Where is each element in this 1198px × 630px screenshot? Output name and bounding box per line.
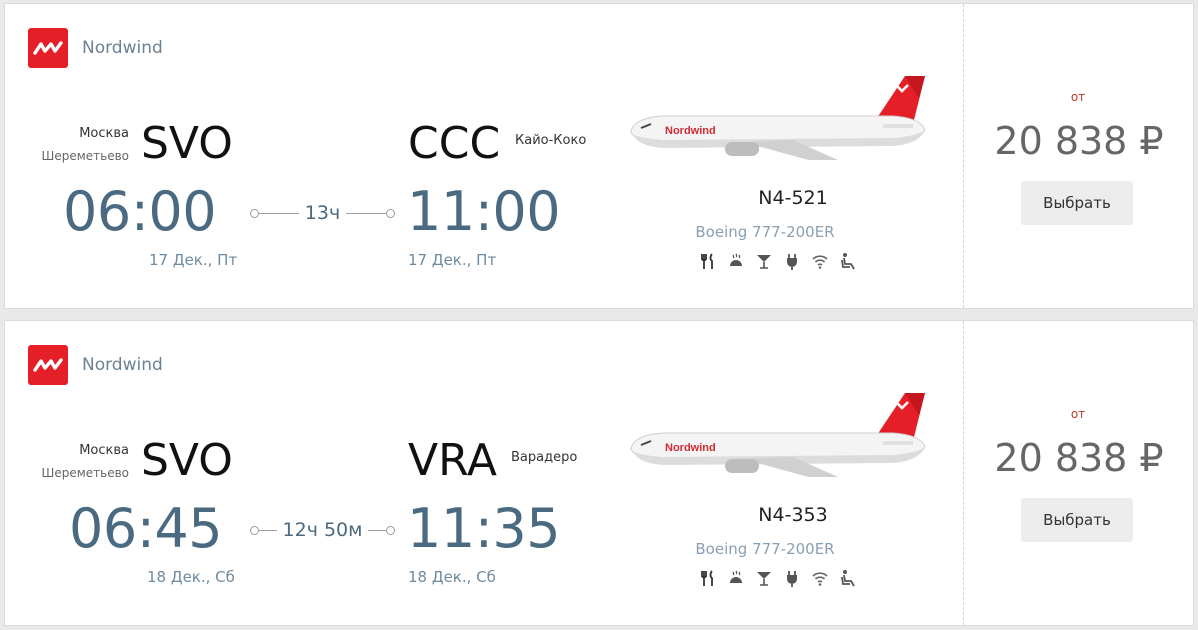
departure-date: 17 Дек., Пт <box>149 251 238 269</box>
nordwind-logo-icon <box>28 345 68 385</box>
hot-meal-icon <box>726 568 745 587</box>
aircraft-type: Boeing 777-200ER <box>695 540 835 558</box>
arrival-time: 11:00 <box>407 180 561 243</box>
drinks-icon <box>754 568 773 587</box>
aircraft-type: Boeing 777-200ER <box>695 223 835 241</box>
route-line: 12ч 50м <box>250 519 396 541</box>
seat-icon <box>838 251 857 270</box>
power-outlet-icon <box>782 251 801 270</box>
airline-name: Nordwind <box>82 38 163 58</box>
flight-card: Nordwind Москва Шереметьево SVO CCC Кайо… <box>4 3 1194 309</box>
plane-image: Nordwind <box>630 393 926 477</box>
price: 20 838 ₽ <box>994 119 1164 163</box>
nordwind-logo-icon <box>28 28 68 68</box>
meal-icon <box>698 251 717 270</box>
plane-image: Nordwind <box>630 76 926 160</box>
card-divider <box>963 321 964 625</box>
departure-time: 06:00 <box>63 180 217 243</box>
flight-card: Nordwind Москва Шереметьево SVO VRA Вара… <box>4 320 1194 626</box>
destination-code: CCC <box>408 118 501 169</box>
route-segment <box>346 212 386 214</box>
origin-airport-name: Шереметьево <box>41 466 129 480</box>
wifi-icon <box>810 568 829 587</box>
route-segment <box>259 212 299 214</box>
route-start-dot <box>250 525 259 535</box>
select-flight-button[interactable]: Выбрать <box>1021 498 1133 542</box>
power-outlet-icon <box>782 568 801 587</box>
destination-city: Варадеро <box>511 450 578 465</box>
flight-duration: 13ч <box>304 202 341 224</box>
origin-city-name: Москва <box>79 126 129 141</box>
origin-city-name: Москва <box>79 443 129 458</box>
flight-number: N4-353 <box>758 504 828 526</box>
flight-duration: 12ч 50м <box>282 519 363 541</box>
wifi-icon <box>810 251 829 270</box>
plane-livery-text: Nordwind <box>665 442 716 454</box>
route-start-dot <box>250 208 259 218</box>
amenities <box>698 251 857 270</box>
seat-icon <box>838 568 857 587</box>
amenities <box>698 568 857 587</box>
destination-city: Кайо-Коко <box>515 133 587 148</box>
destination-code: VRA <box>408 435 497 486</box>
card-divider <box>963 4 964 308</box>
price-prefix: от <box>1070 407 1086 421</box>
route-segment <box>259 529 277 531</box>
price-prefix: от <box>1070 90 1086 104</box>
flight-number: N4-521 <box>758 187 828 209</box>
route-end-dot <box>386 208 395 218</box>
hot-meal-icon <box>726 251 745 270</box>
arrival-time: 11:35 <box>407 497 561 560</box>
route-end-dot <box>386 525 396 535</box>
origin-code: SVO <box>141 435 233 486</box>
origin-city: Москва Шереметьево <box>25 440 129 484</box>
meal-icon <box>698 568 717 587</box>
origin-airport-name: Шереметьево <box>41 149 129 163</box>
origin-code: SVO <box>141 118 233 169</box>
route-segment <box>368 529 387 531</box>
arrival-date: 18 Дек., Сб <box>408 568 496 586</box>
airline-header: Nordwind <box>28 28 163 68</box>
airline-header: Nordwind <box>28 345 163 385</box>
plane-livery-text: Nordwind <box>665 125 716 137</box>
departure-time: 06:45 <box>69 497 223 560</box>
origin-city: Москва Шереметьево <box>25 123 129 167</box>
route-line: 13ч <box>250 202 395 224</box>
arrival-date: 17 Дек., Пт <box>408 251 497 269</box>
price: 20 838 ₽ <box>994 436 1164 480</box>
drinks-icon <box>754 251 773 270</box>
select-flight-button[interactable]: Выбрать <box>1021 181 1133 225</box>
departure-date: 18 Дек., Сб <box>147 568 235 586</box>
airline-name: Nordwind <box>82 355 163 375</box>
